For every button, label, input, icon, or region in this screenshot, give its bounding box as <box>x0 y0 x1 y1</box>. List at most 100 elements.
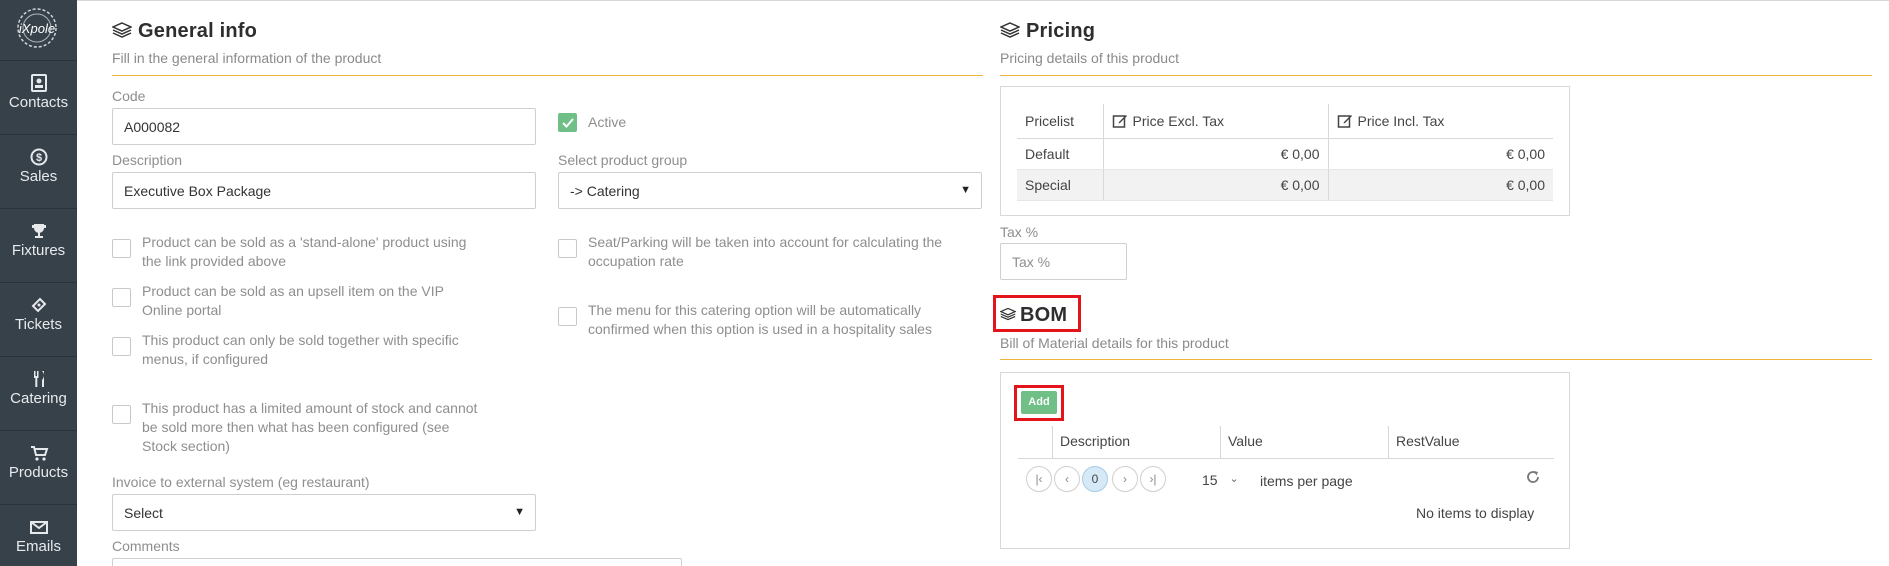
pricing-divider <box>1000 75 1872 76</box>
sidebar-item-label: Products <box>8 464 69 481</box>
code-input[interactable]: A000082 <box>112 108 536 145</box>
contacts-icon <box>30 74 47 92</box>
items-per-page-label: items per page <box>1260 473 1353 489</box>
first-page-icon: |‹ <box>1035 472 1043 486</box>
refresh-icon[interactable] <box>1524 468 1542 486</box>
price-incl-cell[interactable]: € 0,00 <box>1327 169 1553 201</box>
table-row[interactable]: Default € 0,00 € 0,00 <box>1017 138 1553 170</box>
price-excl-column-header[interactable]: Price Excl. Tax <box>1102 104 1328 139</box>
pricelist-column-header: Pricelist <box>1017 104 1103 139</box>
price-incl-cell[interactable]: € 0,00 <box>1327 138 1553 170</box>
tax-input[interactable]: Tax % <box>1000 243 1127 280</box>
ixpole-logo[interactable]: iXpole <box>8 4 66 54</box>
sidebar-item-products[interactable]: Products <box>0 430 77 504</box>
sidebar-item-label: Catering <box>10 390 67 407</box>
product-group-value: -> Catering <box>570 183 640 199</box>
occupation-rate-option-text: Seat/Parking will be taken into account … <box>588 234 943 269</box>
add-bom-button[interactable]: Add <box>1021 391 1057 414</box>
page-size-select[interactable]: 15 ⌄ <box>1202 472 1239 488</box>
cutlery-icon <box>33 371 44 387</box>
svg-text:$: $ <box>35 152 41 164</box>
column-divider <box>1220 426 1221 458</box>
sidebar-item-catering[interactable]: Catering <box>0 356 77 430</box>
general-info-title: General info <box>138 20 258 42</box>
specific-menus-option-text: This product can only be sold together w… <box>142 332 459 367</box>
sales-icon: $ <box>30 148 47 166</box>
general-info-heading: General info <box>112 20 257 43</box>
trophy-icon <box>31 224 46 238</box>
sidebar-item-label: Emails <box>15 538 61 555</box>
sidebar-item-emails[interactable]: Emails <box>0 504 77 566</box>
invoice-external-value: Select <box>124 505 163 521</box>
cart-icon <box>30 446 48 461</box>
caret-down-icon: ▼ <box>960 184 971 196</box>
edit-icon <box>1112 114 1127 128</box>
column-divider <box>1052 426 1053 458</box>
specific-menus-checkbox[interactable] <box>112 337 131 356</box>
column-divider <box>1388 426 1389 458</box>
description-input[interactable]: Executive Box Package <box>112 172 536 209</box>
product-group-select[interactable]: -> Catering ▼ <box>558 172 982 209</box>
active-label: Active <box>588 114 627 130</box>
sidebar-item-tickets[interactable]: Tickets <box>0 282 77 356</box>
bom-description-column-header[interactable]: Description <box>1060 433 1130 449</box>
auto-confirm-menu-option-text: The menu for this catering option will b… <box>588 302 932 337</box>
next-page-button[interactable]: › <box>1112 466 1138 492</box>
ticket-icon <box>31 297 46 313</box>
product-group-label: Select product group <box>558 152 688 168</box>
last-page-icon: ›| <box>1149 472 1157 486</box>
chevron-down-icon: ⌄ <box>1229 473 1239 485</box>
first-page-button[interactable]: |‹ <box>1026 466 1052 492</box>
sidebar-item-fixtures[interactable]: Fixtures <box>0 208 77 282</box>
sidebar-item-label: Sales <box>19 168 58 185</box>
caret-down-icon: ▼ <box>514 506 525 518</box>
invoice-external-label: Invoice to external system (eg restauran… <box>112 474 370 490</box>
bom-heading: BOM <box>1000 304 1067 327</box>
tax-label: Tax % <box>1000 224 1039 240</box>
upsell-checkbox[interactable] <box>112 288 131 307</box>
bom-subtitle: Bill of Material details for this produc… <box>1000 335 1229 351</box>
checkmark-icon <box>562 118 574 128</box>
layers-icon <box>1000 22 1020 38</box>
pricing-heading: Pricing <box>1000 20 1095 43</box>
current-page-button[interactable]: 0 <box>1082 466 1108 492</box>
pricing-subtitle: Pricing details of this product <box>1000 50 1179 66</box>
price-excl-cell[interactable]: € 0,00 <box>1102 169 1328 201</box>
occupation-rate-checkbox[interactable] <box>558 239 577 258</box>
bom-restvalue-column-header[interactable]: RestValue <box>1396 433 1460 449</box>
envelope-icon <box>29 521 48 534</box>
price-excl-cell[interactable]: € 0,00 <box>1102 138 1328 170</box>
pricing-header-row: Pricelist Price Excl. Tax Price Incl. Ta… <box>1017 104 1553 139</box>
sidebar-item-sales[interactable]: $ Sales <box>0 134 77 208</box>
layers-icon <box>112 22 132 38</box>
sidebar-item-label: Contacts <box>8 94 69 111</box>
sidebar: iXpole Contacts $ Sales Fixtures Tickets… <box>0 0 77 566</box>
grid-header-divider <box>1018 458 1554 459</box>
pricelist-cell: Special <box>1017 169 1103 201</box>
last-page-button[interactable]: ›| <box>1140 466 1166 492</box>
auto-confirm-menu-checkbox[interactable] <box>558 307 577 326</box>
comments-label: Comments <box>112 538 180 554</box>
no-items-message: No items to display <box>1416 505 1535 521</box>
pricelist-cell: Default <box>1017 138 1103 170</box>
bom-divider <box>1000 359 1872 360</box>
limited-stock-checkbox[interactable] <box>112 405 131 424</box>
active-checkbox[interactable] <box>558 113 577 132</box>
sidebar-item-label: Fixtures <box>11 242 66 259</box>
price-incl-column-header[interactable]: Price Incl. Tax <box>1327 104 1553 139</box>
previous-page-button[interactable]: ‹ <box>1054 466 1080 492</box>
standalone-option-text: Product can be sold as a 'stand-alone' p… <box>142 234 467 269</box>
pricing-table: Pricelist Price Excl. Tax Price Incl. Ta… <box>1017 104 1553 201</box>
bom-panel <box>1000 372 1570 549</box>
table-row[interactable]: Special € 0,00 € 0,00 <box>1017 169 1553 201</box>
svg-text:iXpole: iXpole <box>19 21 55 36</box>
price-excl-label: Price Excl. Tax <box>1132 112 1225 129</box>
invoice-external-select[interactable]: Select ▼ <box>112 494 536 531</box>
comments-textarea[interactable] <box>112 558 682 566</box>
standalone-checkbox[interactable] <box>112 239 131 258</box>
bom-value-column-header[interactable]: Value <box>1228 433 1263 449</box>
top-divider <box>77 0 1889 2</box>
chevron-right-icon: › <box>1123 472 1127 486</box>
sidebar-item-contacts[interactable]: Contacts <box>0 60 77 134</box>
bom-title: BOM <box>1020 304 1068 326</box>
